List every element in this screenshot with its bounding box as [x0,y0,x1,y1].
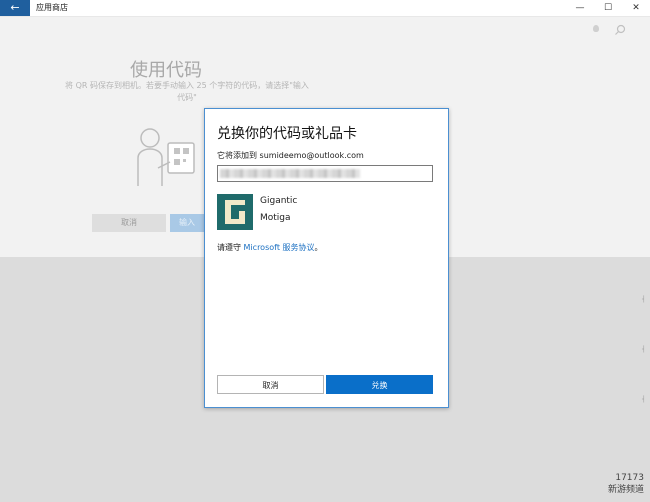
terms-suffix: 。 [314,243,323,252]
terms-line: 请遵守 Microsoft 服务协议。 [217,242,323,253]
maximize-button[interactable]: ☐ [594,0,622,16]
window-title: 应用商店 [36,3,68,12]
gigantic-logo-icon [217,194,253,230]
title-bar: ← 应用商店 — ☐ ✕ [0,0,650,17]
qr-scan-illustration [136,128,196,188]
redeem-code-dialog: 兑换你的代码或礼品卡 它将添加到 sumideemo@outlook.com G… [204,108,449,408]
cancel-button[interactable]: 取消 [217,375,324,394]
watermark-line2: 新游频道 [607,485,644,495]
redacted-code [220,169,360,178]
edge-fragment: ┤ [642,346,646,353]
watermark-line1: 17173 [615,473,644,483]
close-button[interactable]: ✕ [622,0,650,16]
code-input[interactable] [217,165,433,182]
user-icon[interactable] [590,24,602,39]
background-description: 将 QR 码保存到相机。若要手动输入 25 个字符的代码，请选择"输入代码" [65,81,309,102]
minimize-button[interactable]: — [566,0,594,16]
edge-fragment: ┤ [642,396,646,403]
terms-prefix: 请遵守 [217,243,244,252]
background-heading: 使用代码 [130,60,202,81]
edge-fragment: ┤ [642,296,646,303]
store-window: ← 应用商店 — ☐ ✕ 使用代码 将 QR 码保存到相机。若要手动输入 25 … [0,0,650,502]
account-line: 它将添加到 sumideemo@outlook.com [217,151,364,160]
background-enter-button: 输入 [170,214,204,232]
search-icon[interactable] [614,24,626,39]
redeem-button[interactable]: 兑换 [326,375,433,394]
watermark: 17173 新游频道 [594,472,644,500]
dialog-title: 兑换你的代码或礼品卡 [217,126,357,142]
back-button[interactable]: ← [0,0,30,16]
terms-link[interactable]: Microsoft 服务协议 [244,243,315,252]
background-cancel-button: 取消 [92,214,166,232]
product-publisher: Motiga [260,213,291,223]
product-name: Gigantic [260,196,298,206]
